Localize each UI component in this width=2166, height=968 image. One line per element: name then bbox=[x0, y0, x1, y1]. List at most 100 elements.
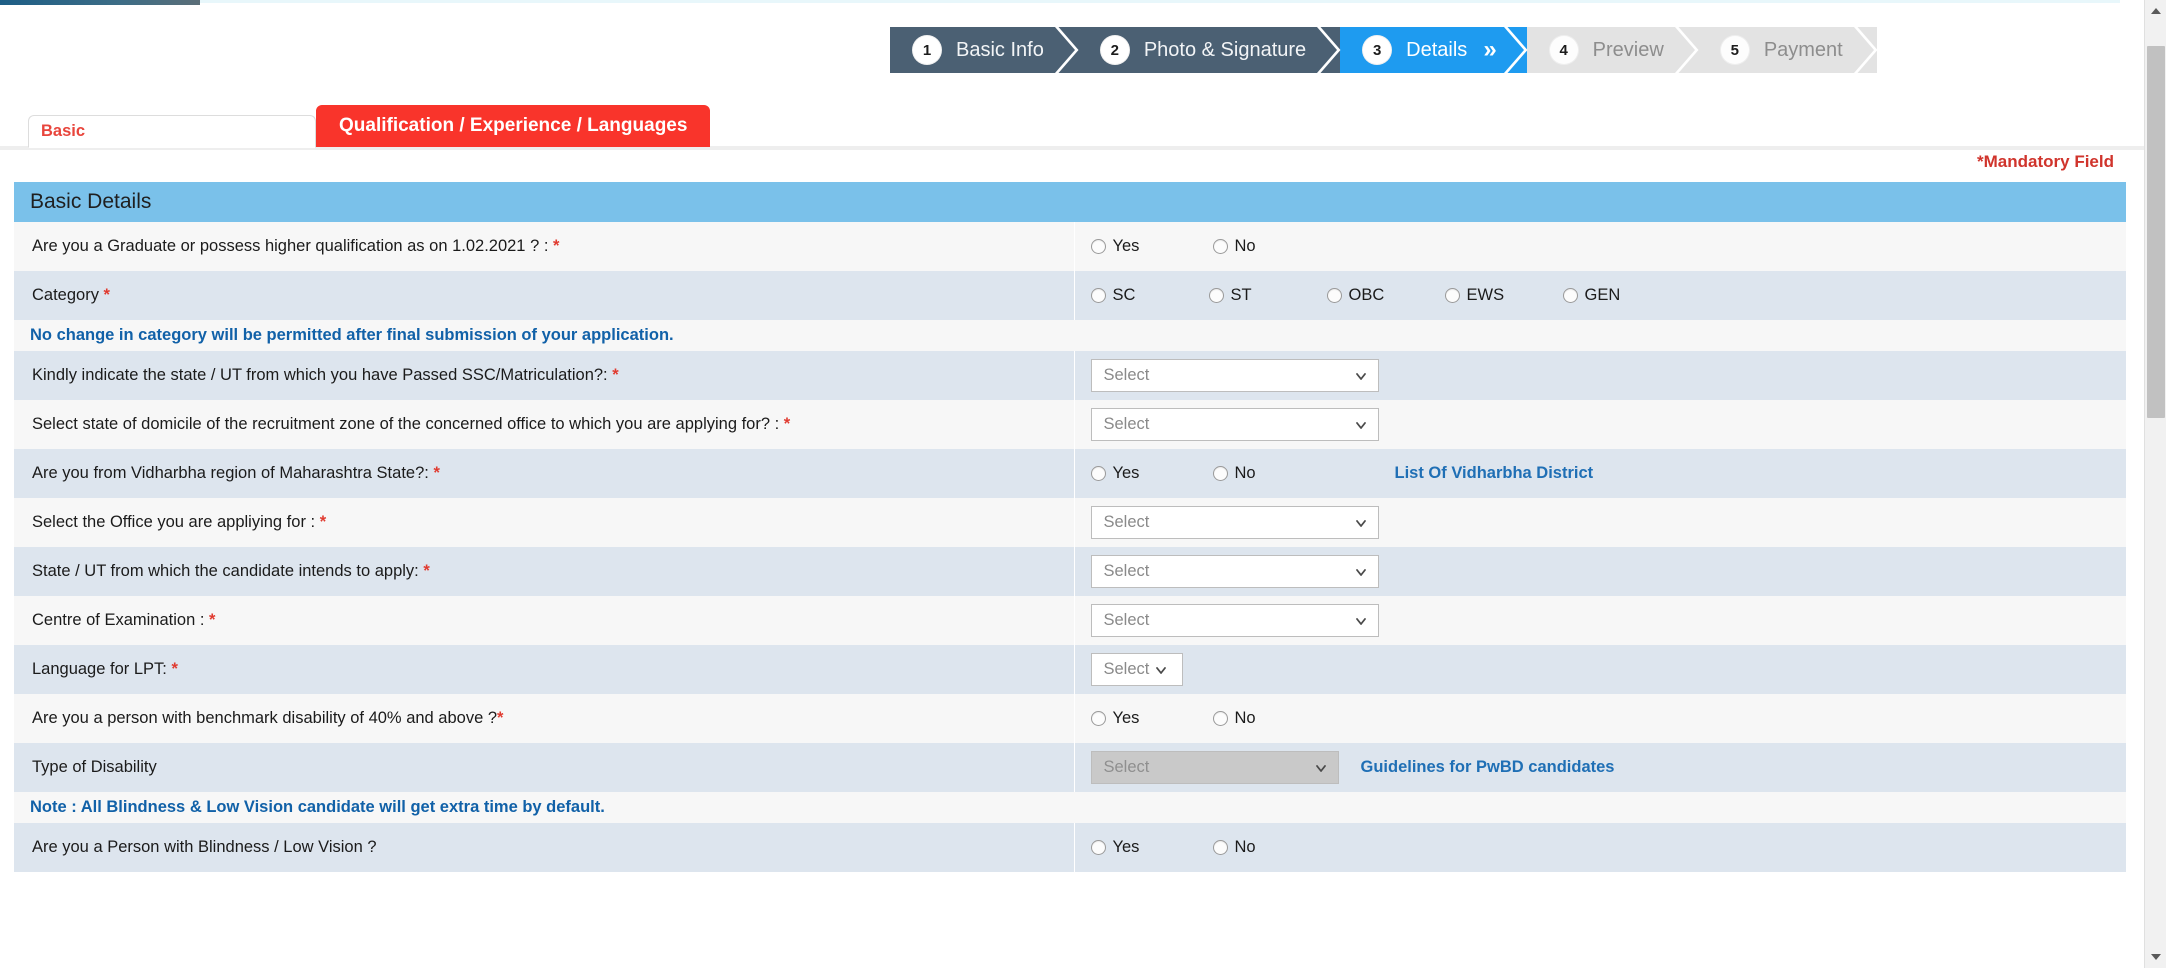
chevron-down-icon bbox=[1355, 517, 1367, 529]
radio-group-category: SC ST OBC EWS GEN bbox=[1090, 286, 2126, 305]
radio-obc[interactable]: OBC bbox=[1326, 286, 1435, 305]
wizard-step-label: Payment bbox=[1763, 39, 1843, 61]
form-row: Category * SC ST OBC EWS GEN bbox=[14, 271, 2126, 320]
radio-label: EWS bbox=[1466, 286, 1505, 304]
radio-group-are-you-a-graduate-or-possess-higher-qualificati: Yes No bbox=[1090, 237, 2126, 256]
field-label-text: Language for LPT: bbox=[32, 660, 172, 678]
field-label-text: Are you a Person with Blindness / Low Vi… bbox=[32, 838, 377, 856]
radio-no[interactable]: No bbox=[1212, 838, 1325, 857]
field-label-language-for-lpt: Language for LPT: * bbox=[14, 645, 1075, 694]
select-holder: Select bbox=[1090, 408, 2126, 441]
radio-yes[interactable]: Yes bbox=[1090, 838, 1203, 857]
select-holder: Select bbox=[1090, 604, 2126, 637]
note-text: No change in category will be permitted … bbox=[30, 326, 674, 344]
select-select-the-office-you-are-appliying-for[interactable]: Select bbox=[1090, 506, 1379, 539]
page-root: 1 Basic Info 2 Photo & Signature 3 Details» 4 P… bbox=[0, 0, 2166, 968]
form-row: Are you a Person with Blindness / Low Vi… bbox=[14, 823, 2126, 872]
field-label-kindly-indicate-the-state-ut-from-which-you-have: Kindly indicate the state / UT from whic… bbox=[14, 351, 1075, 400]
field-control: Yes No bbox=[1074, 823, 2126, 872]
select-centre-of-examination[interactable]: Select bbox=[1090, 604, 1379, 637]
radio-circle-icon[interactable] bbox=[1090, 239, 1106, 254]
scrollbar-thumb[interactable] bbox=[2147, 46, 2165, 418]
radio-sc[interactable]: SC bbox=[1090, 286, 1199, 305]
radio-circle-icon[interactable] bbox=[1326, 288, 1342, 303]
radio-circle-icon[interactable] bbox=[1090, 840, 1106, 855]
radio-circle-icon[interactable] bbox=[1212, 466, 1228, 481]
wizard-step-number: 1 bbox=[912, 35, 942, 65]
radio-gen[interactable]: GEN bbox=[1562, 286, 1671, 305]
form-note-row: No change in category will be permitted … bbox=[14, 320, 2126, 351]
field-label-are-you-a-person-with-blindness-low-vision: Are you a Person with Blindness / Low Vi… bbox=[14, 823, 1075, 872]
wizard-step-label: Photo & Signature bbox=[1143, 39, 1307, 61]
tab-basic[interactable]: Basic bbox=[28, 115, 316, 148]
wizard-step-number: 5 bbox=[1719, 35, 1750, 65]
wizard-step-photo-signature[interactable]: 2 Photo & Signature bbox=[1077, 27, 1341, 73]
required-asterisk: * bbox=[433, 464, 440, 482]
wizard-step-separator-icon bbox=[1317, 27, 1341, 73]
required-asterisk: * bbox=[103, 286, 110, 304]
scroll-down-icon[interactable] bbox=[2145, 946, 2166, 968]
vertical-scrollbar[interactable] bbox=[2144, 0, 2166, 968]
radio-circle-icon[interactable] bbox=[1562, 288, 1578, 303]
radio-circle-icon[interactable] bbox=[1212, 711, 1228, 726]
radio-ews[interactable]: EWS bbox=[1444, 286, 1553, 305]
radio-yes[interactable]: Yes bbox=[1090, 464, 1203, 483]
radio-circle-icon[interactable] bbox=[1090, 288, 1106, 303]
radio-group-are-you-a-person-with-benchmark-disability-of-40: Yes No bbox=[1090, 709, 2126, 728]
wizard-step-label: Preview bbox=[1592, 39, 1664, 61]
select-holder: Select bbox=[1090, 506, 2126, 539]
select-value: Select bbox=[1103, 513, 1150, 531]
link-list-of-vidharbha-district[interactable]: List Of Vidharbha District bbox=[1395, 464, 1594, 483]
radio-circle-icon[interactable] bbox=[1090, 711, 1106, 726]
select-value: Select bbox=[1103, 415, 1150, 433]
radio-label: Yes bbox=[1112, 237, 1140, 255]
radio-st[interactable]: ST bbox=[1208, 286, 1317, 305]
wizard-step-number: 2 bbox=[1099, 35, 1130, 65]
wizard-step-payment[interactable]: 5 Payment bbox=[1697, 27, 1878, 73]
wizard-step-basic-info[interactable]: 1 Basic Info bbox=[890, 27, 1079, 73]
form-row: Language for LPT: * Select bbox=[14, 645, 2126, 694]
field-label-text: Category bbox=[32, 286, 104, 304]
field-label-are-you-from-vidharbha-region-of-maharashtra-sta: Are you from Vidharbha region of Maharas… bbox=[14, 449, 1075, 498]
select-language-for-lpt[interactable]: Select bbox=[1090, 653, 1183, 686]
section-header-basic-details: Basic Details bbox=[14, 182, 2126, 222]
radio-yes[interactable]: Yes bbox=[1090, 709, 1203, 728]
field-label-select-state-of-domicile-of-the-recruitment-zone: Select state of domicile of the recruitm… bbox=[14, 400, 1075, 449]
wizard-step-separator-icon bbox=[1503, 27, 1528, 73]
radio-circle-icon[interactable] bbox=[1212, 239, 1228, 254]
select-kindly-indicate-the-state-ut-from-which-you-have[interactable]: Select bbox=[1090, 359, 1379, 392]
radio-no[interactable]: No bbox=[1212, 709, 1325, 728]
select-state-ut-from-which-the-candidate-intends-to-app[interactable]: Select bbox=[1090, 555, 1379, 588]
radio-no[interactable]: No bbox=[1212, 237, 1325, 256]
radio-label: Yes bbox=[1112, 709, 1140, 727]
radio-label: No bbox=[1234, 709, 1256, 727]
form-row: State / UT from which the candidate inte… bbox=[14, 547, 2126, 596]
link-guidelines-for-pwbd-candidates[interactable]: Guidelines for PwBD candidates bbox=[1361, 758, 1615, 777]
radio-circle-icon[interactable] bbox=[1090, 466, 1106, 481]
wizard-step-preview[interactable]: 4 Preview bbox=[1526, 27, 1699, 73]
wizard-step-label: Basic Info bbox=[956, 39, 1044, 61]
tab-qualification-experience-languages[interactable]: Qualification / Experience / Languages bbox=[316, 105, 711, 147]
radio-no[interactable]: No bbox=[1212, 464, 1325, 483]
required-asterisk: * bbox=[319, 513, 327, 531]
radio-circle-icon[interactable] bbox=[1444, 288, 1460, 303]
note-text: Note : All Blindness & Low Vision candid… bbox=[30, 798, 605, 816]
wizard-step-details[interactable]: 3 Details » bbox=[1340, 27, 1528, 73]
radio-circle-icon[interactable] bbox=[1208, 288, 1224, 303]
scroll-up-icon[interactable] bbox=[2145, 0, 2166, 22]
field-control: SC ST OBC EWS GEN bbox=[1074, 271, 2126, 320]
radio-label: No bbox=[1234, 464, 1256, 482]
field-control: Select bbox=[1074, 400, 2126, 449]
select-select-state-of-domicile-of-the-recruitment-zone[interactable]: Select bbox=[1090, 408, 1379, 441]
radio-label: Yes bbox=[1112, 464, 1140, 482]
select-holder: Select Guidelines for PwBD candidates bbox=[1090, 751, 2126, 784]
radio-circle-icon[interactable] bbox=[1212, 840, 1228, 855]
field-control: Select bbox=[1074, 498, 2126, 547]
radio-label: GEN bbox=[1584, 286, 1621, 304]
field-label-text: Are you a Graduate or possess higher qua… bbox=[32, 237, 553, 255]
field-control: Yes No List Of Vidharbha District bbox=[1074, 449, 2126, 498]
field-label-text: Are you a person with benchmark disabili… bbox=[32, 709, 498, 727]
radio-yes[interactable]: Yes bbox=[1090, 237, 1203, 256]
required-asterisk: * bbox=[171, 660, 178, 678]
form-row: Kindly indicate the state / UT from whic… bbox=[14, 351, 2126, 400]
